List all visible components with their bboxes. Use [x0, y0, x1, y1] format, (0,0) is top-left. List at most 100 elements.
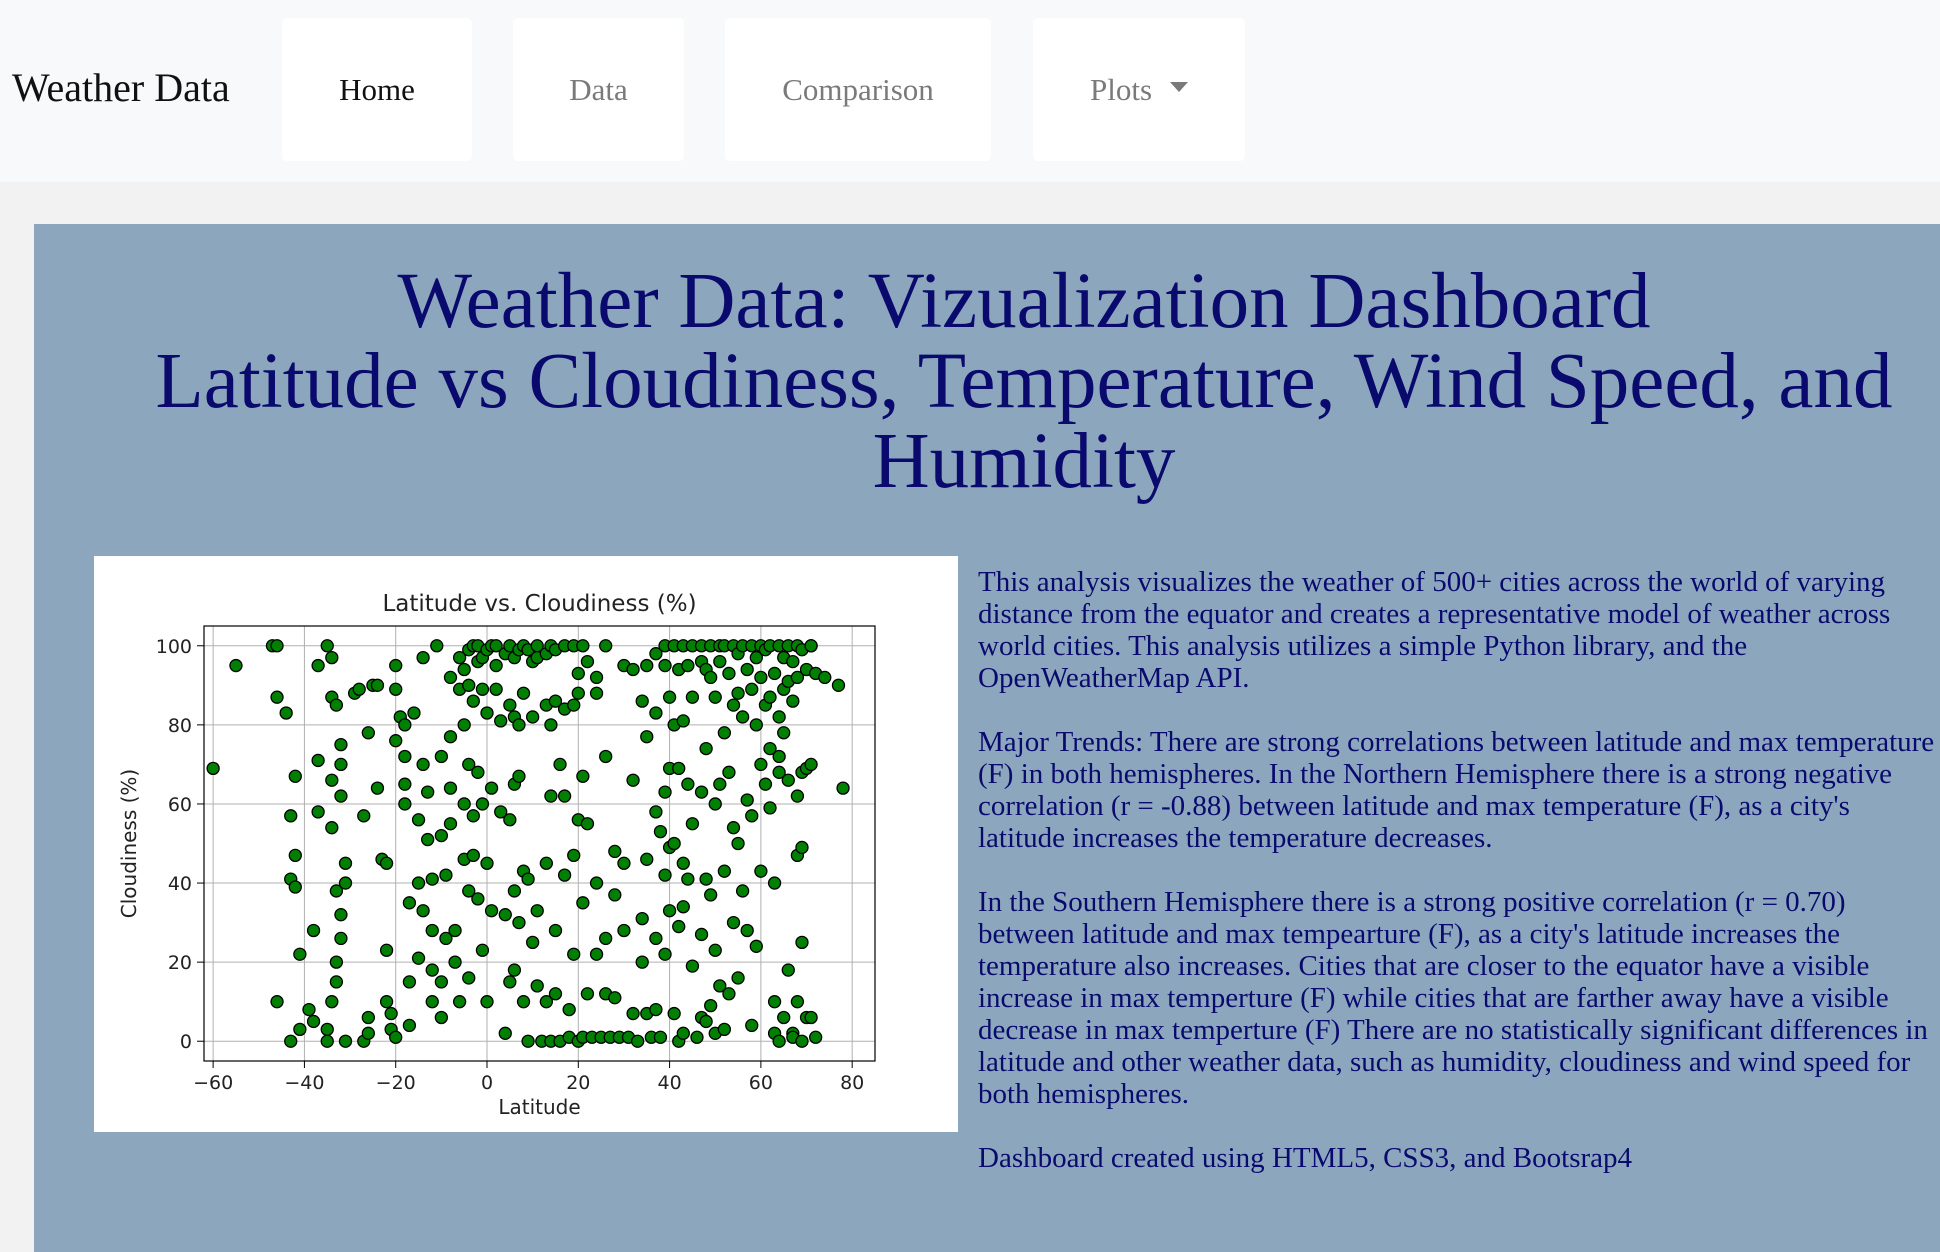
- data-point: [284, 809, 298, 823]
- data-point: [763, 690, 777, 704]
- data-point: [640, 730, 654, 744]
- data-point: [690, 1030, 704, 1044]
- data-point: [694, 927, 709, 942]
- data-point: [471, 765, 485, 779]
- data-point: [416, 650, 430, 665]
- data-point: [699, 872, 713, 886]
- data-point: [704, 998, 718, 1013]
- data-point: [740, 923, 754, 938]
- data-point: [599, 749, 613, 764]
- data-point: [749, 718, 763, 732]
- data-point: [795, 840, 809, 855]
- data-point: [576, 639, 590, 653]
- data-point: [425, 872, 439, 886]
- data-point: [503, 698, 517, 712]
- data-point: [411, 813, 426, 827]
- plot-image-card[interactable]: −60 −40 −20 0 20 40 60 80 0 20 40 60 80 100 Latitude v…: [94, 556, 958, 1132]
- data-point: [434, 828, 449, 843]
- data-point: [722, 765, 736, 779]
- nav-item-data[interactable]: Data: [513, 18, 684, 161]
- data-point: [544, 789, 558, 803]
- data-point: [717, 864, 732, 878]
- page-title: Weather Data: Vizualization Dashboard La…: [94, 262, 1940, 502]
- data-point: [580, 654, 595, 669]
- data-point: [457, 718, 471, 732]
- data-point: [398, 749, 412, 764]
- data-point: [630, 1034, 645, 1048]
- data-point: [498, 908, 512, 922]
- nav-item-home[interactable]: Home: [282, 18, 472, 161]
- data-point: [777, 726, 791, 740]
- nav-item-comparison[interactable]: Comparison: [725, 18, 991, 161]
- data-point: [512, 718, 526, 732]
- data-point: [288, 880, 302, 894]
- data-point: [818, 670, 832, 685]
- data-point: [352, 682, 366, 696]
- data-point: [658, 947, 672, 961]
- data-point: [338, 856, 353, 870]
- navbar: Weather Data Home Data Comparison Plots: [0, 0, 1940, 182]
- data-point: [831, 678, 846, 692]
- data-point: [489, 658, 503, 673]
- data-point: [320, 639, 334, 653]
- data-point: [398, 797, 412, 811]
- nav-item-plots-dropdown[interactable]: Plots: [1033, 18, 1245, 161]
- data-point: [754, 757, 768, 772]
- data-point: [731, 971, 745, 985]
- data-point: [503, 975, 517, 989]
- data-point: [402, 1018, 417, 1033]
- data-point: [676, 900, 690, 914]
- data-point: [804, 639, 818, 653]
- data-point: [334, 789, 348, 803]
- data-point: [649, 931, 663, 946]
- data-point: [694, 785, 709, 799]
- data-point: [667, 1006, 681, 1021]
- data-point: [329, 975, 344, 989]
- data-point: [466, 809, 480, 823]
- data-point: [507, 884, 522, 898]
- data-point: [685, 817, 700, 831]
- data-point: [357, 809, 371, 823]
- data-point: [553, 757, 567, 772]
- data-point: [772, 710, 786, 724]
- data-point: [790, 995, 805, 1009]
- data-point: [475, 797, 490, 811]
- data-point: [740, 662, 754, 677]
- data-point: [608, 888, 622, 902]
- data-point: [270, 690, 284, 704]
- data-point: [229, 658, 243, 673]
- data-point: [407, 706, 421, 720]
- data-point: [448, 955, 462, 969]
- data-point: [704, 670, 718, 685]
- data-point: [589, 876, 604, 890]
- data-point: [334, 931, 348, 946]
- data-point: [772, 749, 786, 764]
- data-point: [471, 892, 485, 906]
- data-point: [713, 654, 727, 669]
- data-point: [767, 876, 782, 890]
- data-point: [626, 662, 640, 677]
- data-point: [325, 995, 339, 1009]
- data-point: [576, 896, 590, 910]
- dashboard-jumbotron: Weather Data: Vizualization Dashboard La…: [34, 224, 1940, 1252]
- data-point: [416, 757, 430, 772]
- data-point: [672, 761, 686, 776]
- data-point: [325, 773, 339, 787]
- data-point: [270, 639, 284, 653]
- data-point: [370, 781, 385, 795]
- data-point: [635, 911, 649, 926]
- data-point: [475, 682, 490, 696]
- data-point: [608, 844, 622, 859]
- data-point: [717, 726, 732, 740]
- navbar-brand[interactable]: Weather Data: [12, 64, 230, 111]
- data-point: [548, 987, 563, 1001]
- data-point: [448, 923, 462, 938]
- data-point: [320, 1034, 334, 1048]
- data-point: [635, 955, 649, 969]
- data-point: [767, 666, 782, 681]
- data-point: [567, 947, 581, 961]
- data-point: [658, 785, 672, 799]
- data-point: [576, 769, 590, 783]
- data-point: [507, 963, 522, 977]
- data-point: [722, 987, 736, 1001]
